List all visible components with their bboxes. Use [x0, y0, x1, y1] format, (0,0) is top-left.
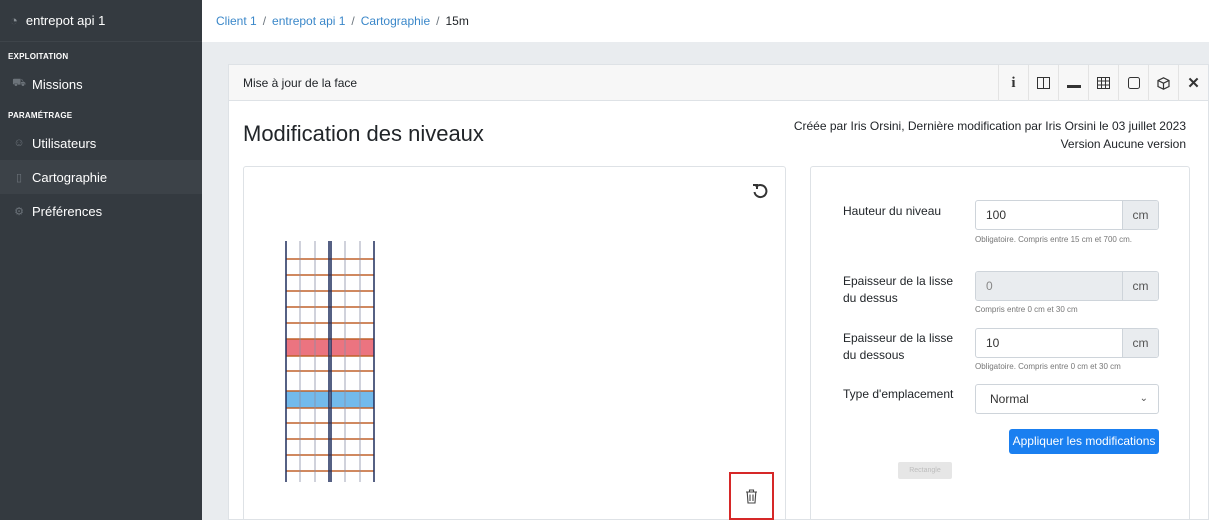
breadcrumb-separator: / [262, 14, 267, 28]
top-thickness-label: Epaisseur de la lisse du dessus [843, 274, 954, 305]
section-parametrage: PARAMÉTRAGE [8, 111, 73, 120]
horizontal-bar-icon[interactable] [1058, 65, 1088, 101]
reset-icon[interactable] [752, 183, 768, 199]
rack-elevation[interactable] [282, 241, 378, 482]
columns-icon[interactable] [1028, 65, 1058, 101]
breadcrumb: Client 1 / entrepot api 1 / Cartographie… [202, 0, 1209, 42]
sidebar-item-preferences[interactable]: ⚙ Préférences [0, 194, 202, 228]
square-icon[interactable] [1118, 65, 1148, 101]
breadcrumb-separator: / [436, 14, 440, 28]
gear-icon: ⚙ [14, 205, 24, 218]
breadcrumb-current: 15m [445, 14, 469, 28]
card-toolbar: i ✕ [998, 65, 1208, 101]
location-type-label: Type d'emplacement [843, 387, 954, 401]
sidebar-brand[interactable]: ◔ entrepot api 1 [0, 0, 202, 42]
height-label: Hauteur du niveau [843, 204, 942, 218]
top-thickness-value[interactable]: 0 [976, 272, 1122, 300]
level-form: Hauteur du niveau 100 cm Obligatoire. Co… [810, 166, 1190, 520]
bottom-thickness-unit: cm [1122, 329, 1158, 357]
page-title: Modification des niveaux [243, 121, 484, 146]
sidebar-item-utilisateurs[interactable]: ☺ Utilisateurs [0, 126, 202, 160]
card-header-title: Mise à jour de la face [243, 75, 358, 90]
selected-level-blue [331, 391, 374, 408]
height-unit: cm [1122, 201, 1158, 229]
breadcrumb-client[interactable]: Client 1 [216, 14, 257, 28]
top-thickness-field[interactable]: 0 cm [975, 271, 1159, 301]
selected-level-red [331, 339, 374, 356]
breadcrumb-cartographie[interactable]: Cartographie [361, 14, 430, 28]
grid-icon[interactable] [1088, 65, 1118, 101]
chevron-down-icon: ⌄ [1139, 393, 1148, 404]
close-icon[interactable]: ✕ [1178, 65, 1208, 101]
face-card: Mise à jour de la face i ✕ Modification … [228, 64, 1209, 520]
bottom-thickness-label: Epaisseur de la lisse du dessous [843, 331, 954, 362]
sidebar-item-label: Utilisateurs [32, 135, 97, 151]
location-type-value: Normal [990, 392, 1029, 406]
ghost-shape-label: Rectangle [898, 462, 952, 479]
meta-created: Créée par Iris Orsini, Dernière modifica… [793, 119, 1186, 133]
location-type-select[interactable]: Normal ⌄ [975, 384, 1159, 414]
delete-highlight-frame [729, 472, 774, 520]
section-exploitation: EXPLOITATION [8, 52, 69, 61]
users-icon: ☺ [13, 137, 25, 149]
card-header: Mise à jour de la face i ✕ [229, 65, 1208, 101]
sidebar-item-missions[interactable]: ⛟ Missions [0, 67, 202, 101]
bottom-thickness-value[interactable]: 10 [976, 329, 1122, 357]
selected-level-blue [286, 391, 329, 408]
dashboard-icon: ◔ [10, 13, 18, 28]
breadcrumb-entrepot[interactable]: entrepot api 1 [272, 14, 345, 28]
sidebar-item-cartographie[interactable]: ▯ Cartographie [0, 160, 202, 194]
truck-icon: ⛟ [12, 77, 26, 89]
map-icon: ▯ [15, 171, 23, 184]
bottom-thickness-field[interactable]: 10 cm [975, 328, 1159, 358]
trash-icon[interactable] [745, 488, 758, 504]
cube-icon[interactable] [1148, 65, 1178, 101]
info-icon[interactable]: i [998, 65, 1028, 101]
height-value[interactable]: 100 [976, 201, 1122, 229]
top-thickness-help: Compris entre 0 cm et 30 cm [975, 305, 1078, 314]
height-help: Obligatoire. Compris entre 15 cm et 700 … [975, 235, 1132, 244]
height-field[interactable]: 100 cm [975, 200, 1159, 230]
page-meta: Créée par Iris Orsini, Dernière modifica… [794, 117, 1186, 153]
top-thickness-unit: cm [1122, 272, 1158, 300]
breadcrumb-separator: / [351, 14, 355, 28]
sidebar-item-label: Cartographie [32, 169, 108, 185]
brand-label: entrepot api 1 [25, 13, 106, 28]
rack-drawing-panel [243, 166, 786, 520]
sidebar: ◔ entrepot api 1 EXPLOITATION ⛟ Missions… [0, 0, 202, 520]
sidebar-item-label: Préférences [32, 203, 103, 219]
bottom-thickness-help: Obligatoire. Compris entre 0 cm et 30 cm [975, 362, 1121, 371]
selected-level-red [286, 339, 329, 356]
apply-button[interactable]: Appliquer les modifications [1009, 429, 1159, 454]
meta-version: Version Aucune version [1060, 137, 1186, 151]
sidebar-item-label: Missions [32, 76, 83, 92]
